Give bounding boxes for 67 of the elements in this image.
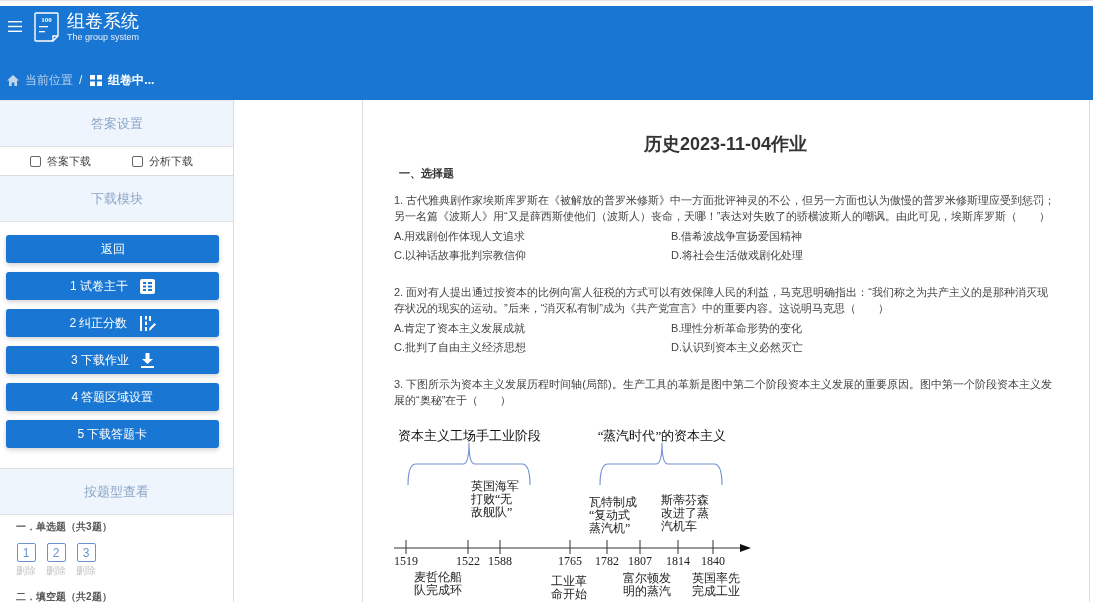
year-label: 1522 xyxy=(456,554,480,568)
action-button[interactable]: 返回 xyxy=(6,235,219,263)
event-label: 英国海军 打败“无 敌舰队” xyxy=(471,479,519,519)
action-button[interactable]: 5 下载答题卡 xyxy=(6,420,219,448)
question-number-button[interactable]: 3 xyxy=(76,543,96,562)
checkbox[interactable] xyxy=(131,155,143,167)
question-number-button[interactable]: 1 xyxy=(16,543,36,562)
event-label: 工业革 命开始 xyxy=(551,574,587,601)
answer-option: A.用戏剧创作体现人文追求 xyxy=(394,227,526,246)
tick-mark xyxy=(606,539,608,555)
answer-option: C.以神话故事批判宗教信仰 xyxy=(394,246,526,265)
event-label: 英国率先 完成工业 xyxy=(692,571,740,598)
question-number-button[interactable]: 2 xyxy=(46,543,66,562)
checkbox-label[interactable]: 分析下载 xyxy=(148,153,193,169)
tick-mark xyxy=(677,539,679,555)
action-button[interactable]: 1 试卷主干 xyxy=(6,272,219,300)
breadcrumb-separator: / xyxy=(79,73,83,87)
breadcrumb-link[interactable]: 当前位置 xyxy=(25,71,73,89)
tick-mark xyxy=(712,539,714,555)
section-header: 下载模块 xyxy=(0,176,233,222)
event-label: 瓦特制成 “复动式 蒸汽机” xyxy=(589,495,637,535)
year-label: 1765 xyxy=(558,554,582,568)
answer-option: B.理性分析革命形势的变化 xyxy=(671,319,803,338)
breadcrumb-current: 组卷中... xyxy=(108,71,155,89)
tick-mark xyxy=(499,539,501,555)
year-label: 1519 xyxy=(394,554,418,568)
year-label: 1782 xyxy=(595,554,619,568)
question-stem: 2. 面对有人提出通过按资本的比例向富人征税的方式可以有效保障人民的利益，马克思明确指出：“我们称之为共产主义的是那种消灭现存状况的现实的运动。”后来，“消灭私有制”成为《共产党宣言》中的重要内容。这说明马克思（ ） xyxy=(394,285,1049,316)
checkbox[interactable] xyxy=(30,155,41,167)
question-type-heading: 二．填空题（共2题） xyxy=(15,590,113,602)
answer-option: B.借希波战争宣扬爱国精神 xyxy=(671,227,803,246)
answer-option: D.认识到资本主义必然灭亡 xyxy=(671,338,803,357)
document-title: 历史2023-11-04作业 xyxy=(642,133,809,156)
table-icon xyxy=(140,278,155,294)
action-button[interactable]: 3 下载作业 xyxy=(6,346,219,374)
stage-title: 资本主义工场手工业阶段 xyxy=(397,428,541,443)
year-label: 1814 xyxy=(666,554,690,568)
tick-mark xyxy=(467,539,469,555)
edit-icon xyxy=(139,315,156,331)
answer-option: C.批判了自由主义经济思想 xyxy=(394,338,526,357)
year-label: 1807 xyxy=(628,554,652,568)
stage-title: “蒸汽时代”的资本主义 xyxy=(597,428,727,443)
event-label: 斯蒂芬森 改进了蒸 汽机车 xyxy=(661,493,709,533)
answer-option: A.肯定了资本主义发展成就 xyxy=(394,319,526,338)
app-subtitle: The group system xyxy=(67,32,140,43)
question-stem: 1. 古代雅典剧作家埃斯库罗斯在《被解放的普罗米修斯》中一方面批评神灵的不公，但另一方面也认为傲慢的普罗米修斯理应受到惩罚；另一名篇《波斯人》用“又是薛西斯使他们（波斯人）丧命，天哪！”表达对失败了的骄横波斯人的嘲讽。由此可见，埃斯库罗斯（ ） xyxy=(394,193,1057,224)
home-icon xyxy=(7,74,19,86)
question-type-heading: 一．单选题（共3题） xyxy=(15,520,113,534)
section-heading: 一、选择题 xyxy=(398,166,455,181)
answer-option: D.将社会生活做戏剧化处理 xyxy=(671,246,803,265)
tick-mark xyxy=(405,539,407,555)
section-header: 按题型查看 xyxy=(0,469,233,515)
year-label: 1588 xyxy=(488,554,512,568)
year-label: 1840 xyxy=(701,554,725,568)
menu-icon[interactable] xyxy=(8,21,22,32)
event-label: 富尔顿发 明的蒸汽 xyxy=(623,571,671,598)
grid-icon xyxy=(90,74,103,86)
event-label: 麦哲伦船 队完成环 xyxy=(414,570,462,597)
tick-mark xyxy=(639,539,641,555)
app-title: 组卷系统 xyxy=(67,10,139,32)
action-button[interactable]: 4 答题区域设置 xyxy=(6,383,219,411)
checkbox-label[interactable]: 答案下载 xyxy=(47,153,91,169)
question-stem: 3. 下图所示为资本主义发展历程时间轴(局部)。生产工具的革新是图中第二个阶段资本主义发展的重要原因。图中第一个阶段资本主义发展的“奥秘”在于（ ） xyxy=(394,377,1053,408)
download-icon xyxy=(141,352,154,368)
tick-mark xyxy=(569,539,571,555)
action-button[interactable]: 2 纠正分数 xyxy=(6,309,219,337)
section-header: 答案设置 xyxy=(0,101,233,147)
